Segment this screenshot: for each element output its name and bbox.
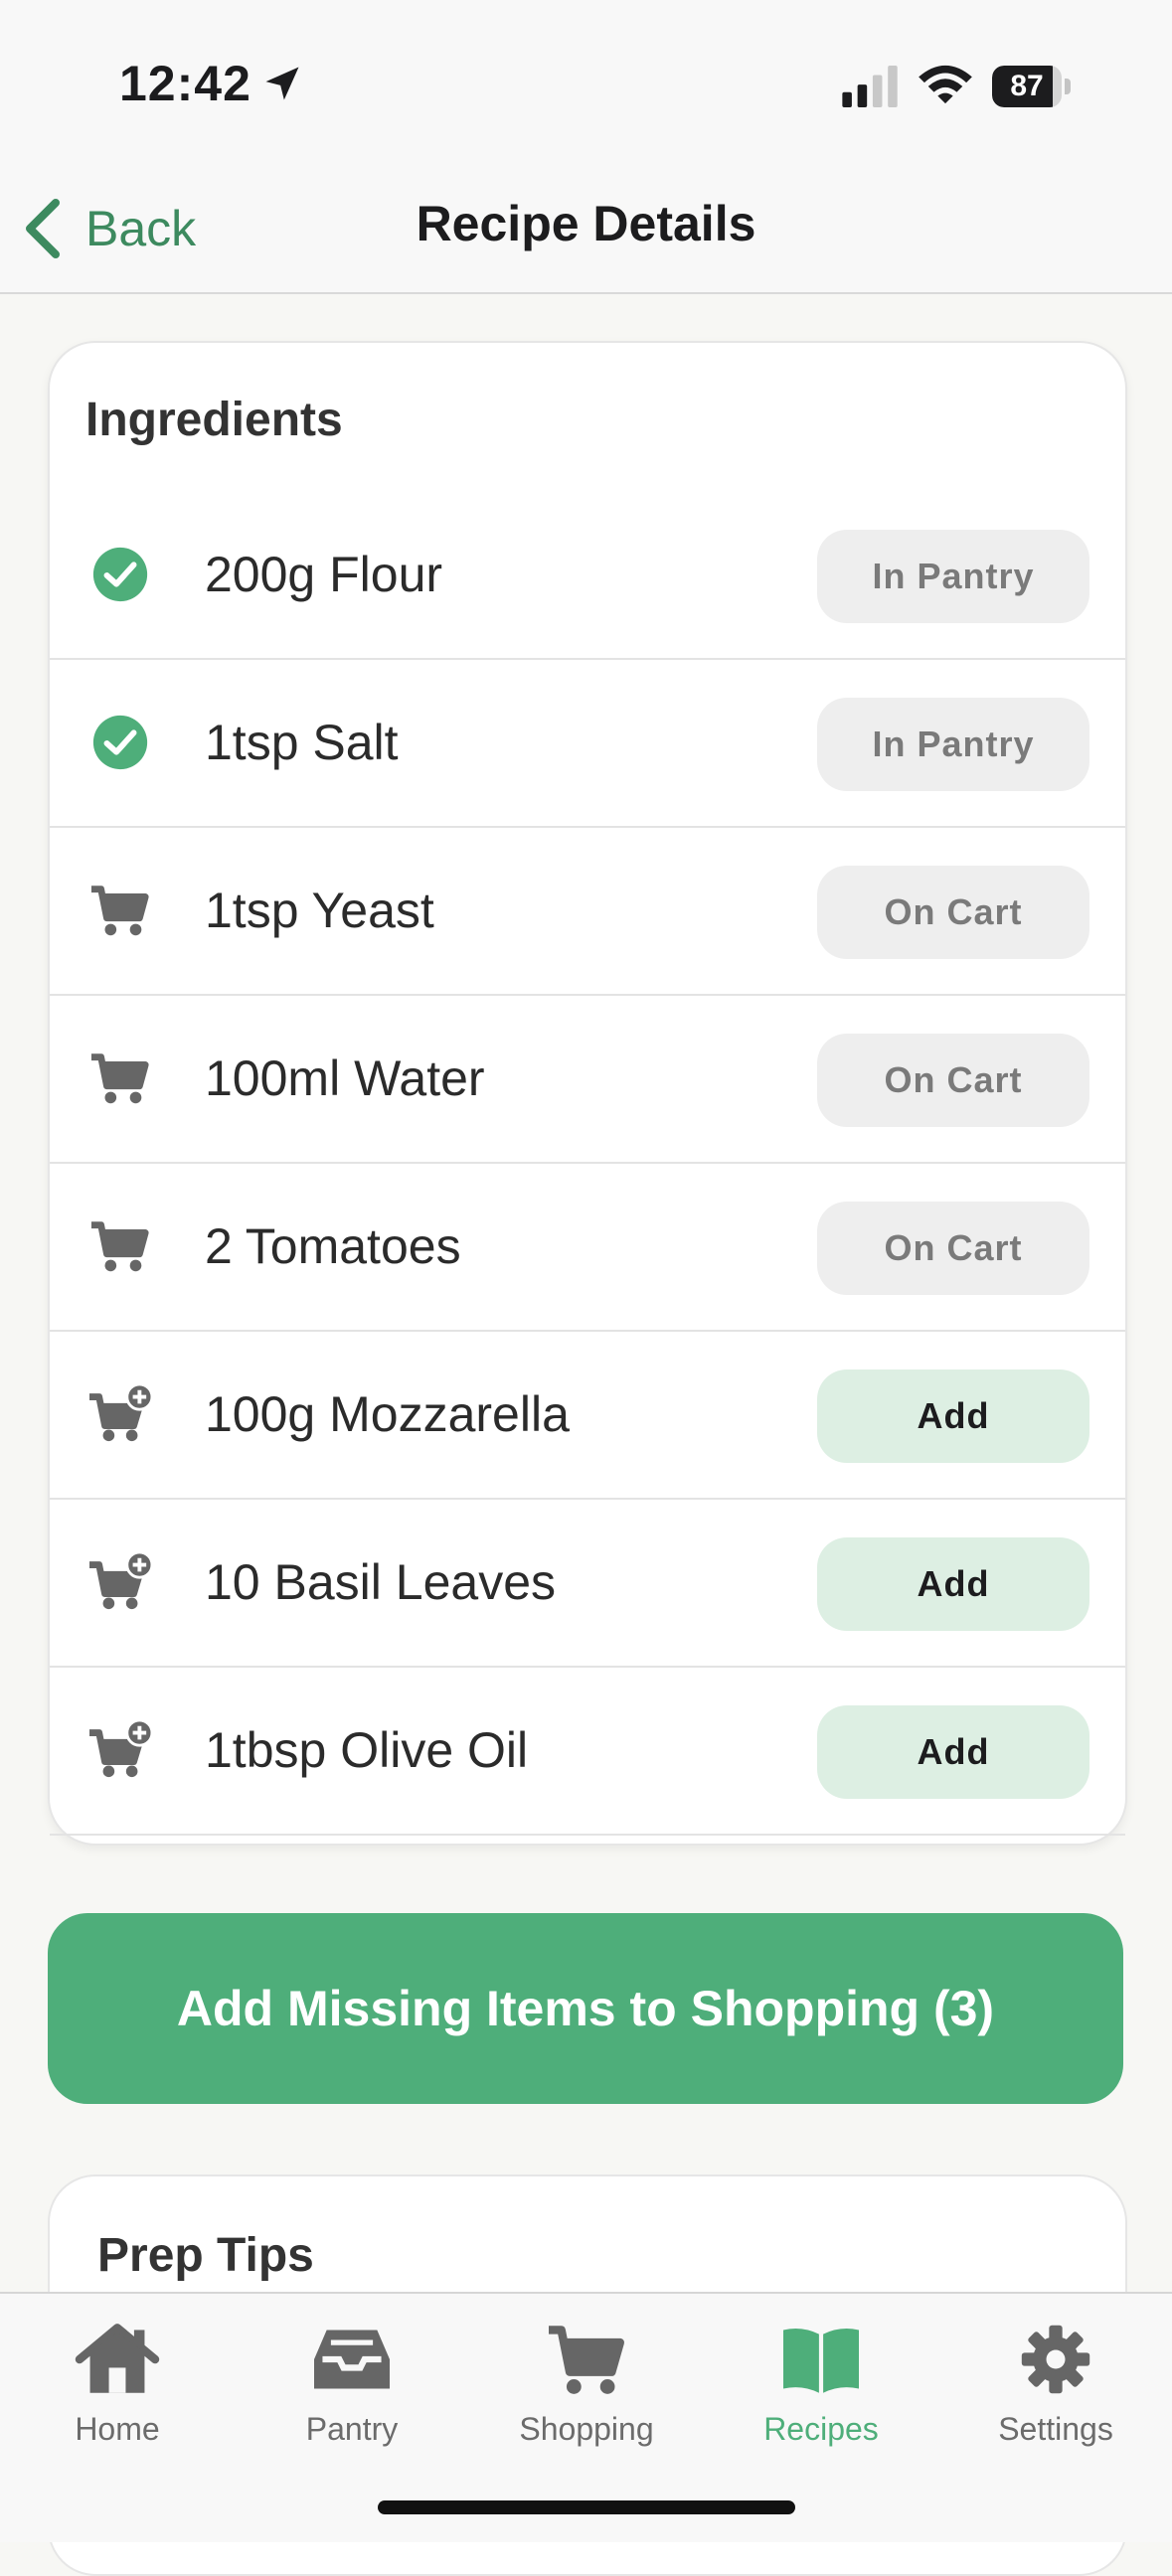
ingredient-name: 200g Flour — [205, 547, 443, 602]
ingredient-row: 1tbsp Olive Oil Add — [50, 1668, 1125, 1836]
cart-plus-icon — [89, 1383, 153, 1442]
ingredient-name: 100g Mozzarella — [205, 1386, 570, 1442]
page-title: Recipe Details — [416, 196, 756, 251]
cellular-signal-icon — [842, 66, 898, 107]
ingredient-row: 1tsp Salt In Pantry — [50, 660, 1125, 828]
in-pantry-button[interactable]: In Pantry — [817, 530, 1089, 623]
book-icon — [783, 2329, 859, 2393]
add-button[interactable]: Add — [817, 1705, 1089, 1799]
cart-icon — [549, 2326, 624, 2394]
check-circle-icon — [92, 547, 148, 602]
location-arrow-icon — [265, 67, 299, 100]
on-cart-button[interactable]: On Cart — [817, 1202, 1089, 1295]
ingredient-name: 10 Basil Leaves — [205, 1554, 557, 1610]
tab-shopping[interactable]: Shopping — [469, 2314, 704, 2463]
tab-settings[interactable]: Settings — [938, 2314, 1172, 2463]
ingredients-card: Ingredients 200g Flour In Pantry 1tsp Sa… — [48, 341, 1127, 1846]
ingredient-row: 100ml Water On Cart — [50, 996, 1125, 1164]
ingredient-name: 1tsp Yeast — [205, 883, 434, 938]
ingredient-name: 1tsp Salt — [205, 715, 399, 770]
on-cart-button[interactable]: On Cart — [817, 866, 1089, 959]
cart-plus-icon — [89, 1551, 153, 1610]
add-button[interactable]: Add — [817, 1537, 1089, 1631]
ingredients-list: 200g Flour In Pantry 1tsp Salt In Pantry… — [50, 492, 1125, 1836]
on-cart-button[interactable]: On Cart — [817, 1034, 1089, 1127]
status-bar: 12:42 87 — [0, 0, 1172, 169]
home-icon — [75, 2324, 160, 2393]
ingredient-name: 2 Tomatoes — [205, 1218, 461, 1274]
cart-plus-icon — [89, 1719, 153, 1778]
inbox-tray-icon — [314, 2330, 390, 2389]
cart-icon — [90, 886, 149, 936]
check-circle-icon — [92, 715, 148, 770]
gear-icon — [1021, 2325, 1090, 2394]
ingredients-title: Ingredients — [85, 394, 343, 446]
in-pantry-button[interactable]: In Pantry — [817, 698, 1089, 791]
cart-icon — [90, 1221, 149, 1272]
tab-pantry[interactable]: Pantry — [235, 2314, 469, 2463]
ingredient-row: 10 Basil Leaves Add — [50, 1500, 1125, 1668]
navigation-bar: Back Recipe Details — [0, 169, 1172, 294]
ingredient-row: 100g Mozzarella Add — [50, 1332, 1125, 1500]
tab-label: Settings — [998, 2411, 1113, 2447]
ingredient-row: 200g Flour In Pantry — [50, 492, 1125, 660]
home-indicator — [378, 2500, 795, 2514]
tab-label: Pantry — [305, 2411, 399, 2447]
status-time: 12:42 — [119, 56, 251, 111]
tab-label: Home — [75, 2411, 160, 2447]
ingredient-row: 2 Tomatoes On Cart — [50, 1164, 1125, 1332]
cart-icon — [90, 1053, 149, 1104]
tab-recipes[interactable]: Recipes — [704, 2314, 938, 2463]
prep-tips-title: Prep Tips — [97, 2229, 314, 2282]
tab-home[interactable]: Home — [0, 2314, 235, 2463]
add-button[interactable]: Add — [817, 1369, 1089, 1463]
ingredient-name: 1tbsp Olive Oil — [205, 1722, 529, 1778]
battery-percent: 87 — [1010, 70, 1044, 102]
battery-indicator: 87 — [992, 66, 1072, 107]
tab-label: Shopping — [519, 2411, 654, 2447]
ingredient-row: 1tsp Yeast On Cart — [50, 828, 1125, 996]
tab-label: Recipes — [763, 2411, 879, 2447]
ingredient-name: 100ml Water — [205, 1050, 485, 1106]
wifi-icon — [919, 65, 972, 104]
add-missing-items-button[interactable]: Add Missing Items to Shopping (3) — [48, 1913, 1123, 2104]
